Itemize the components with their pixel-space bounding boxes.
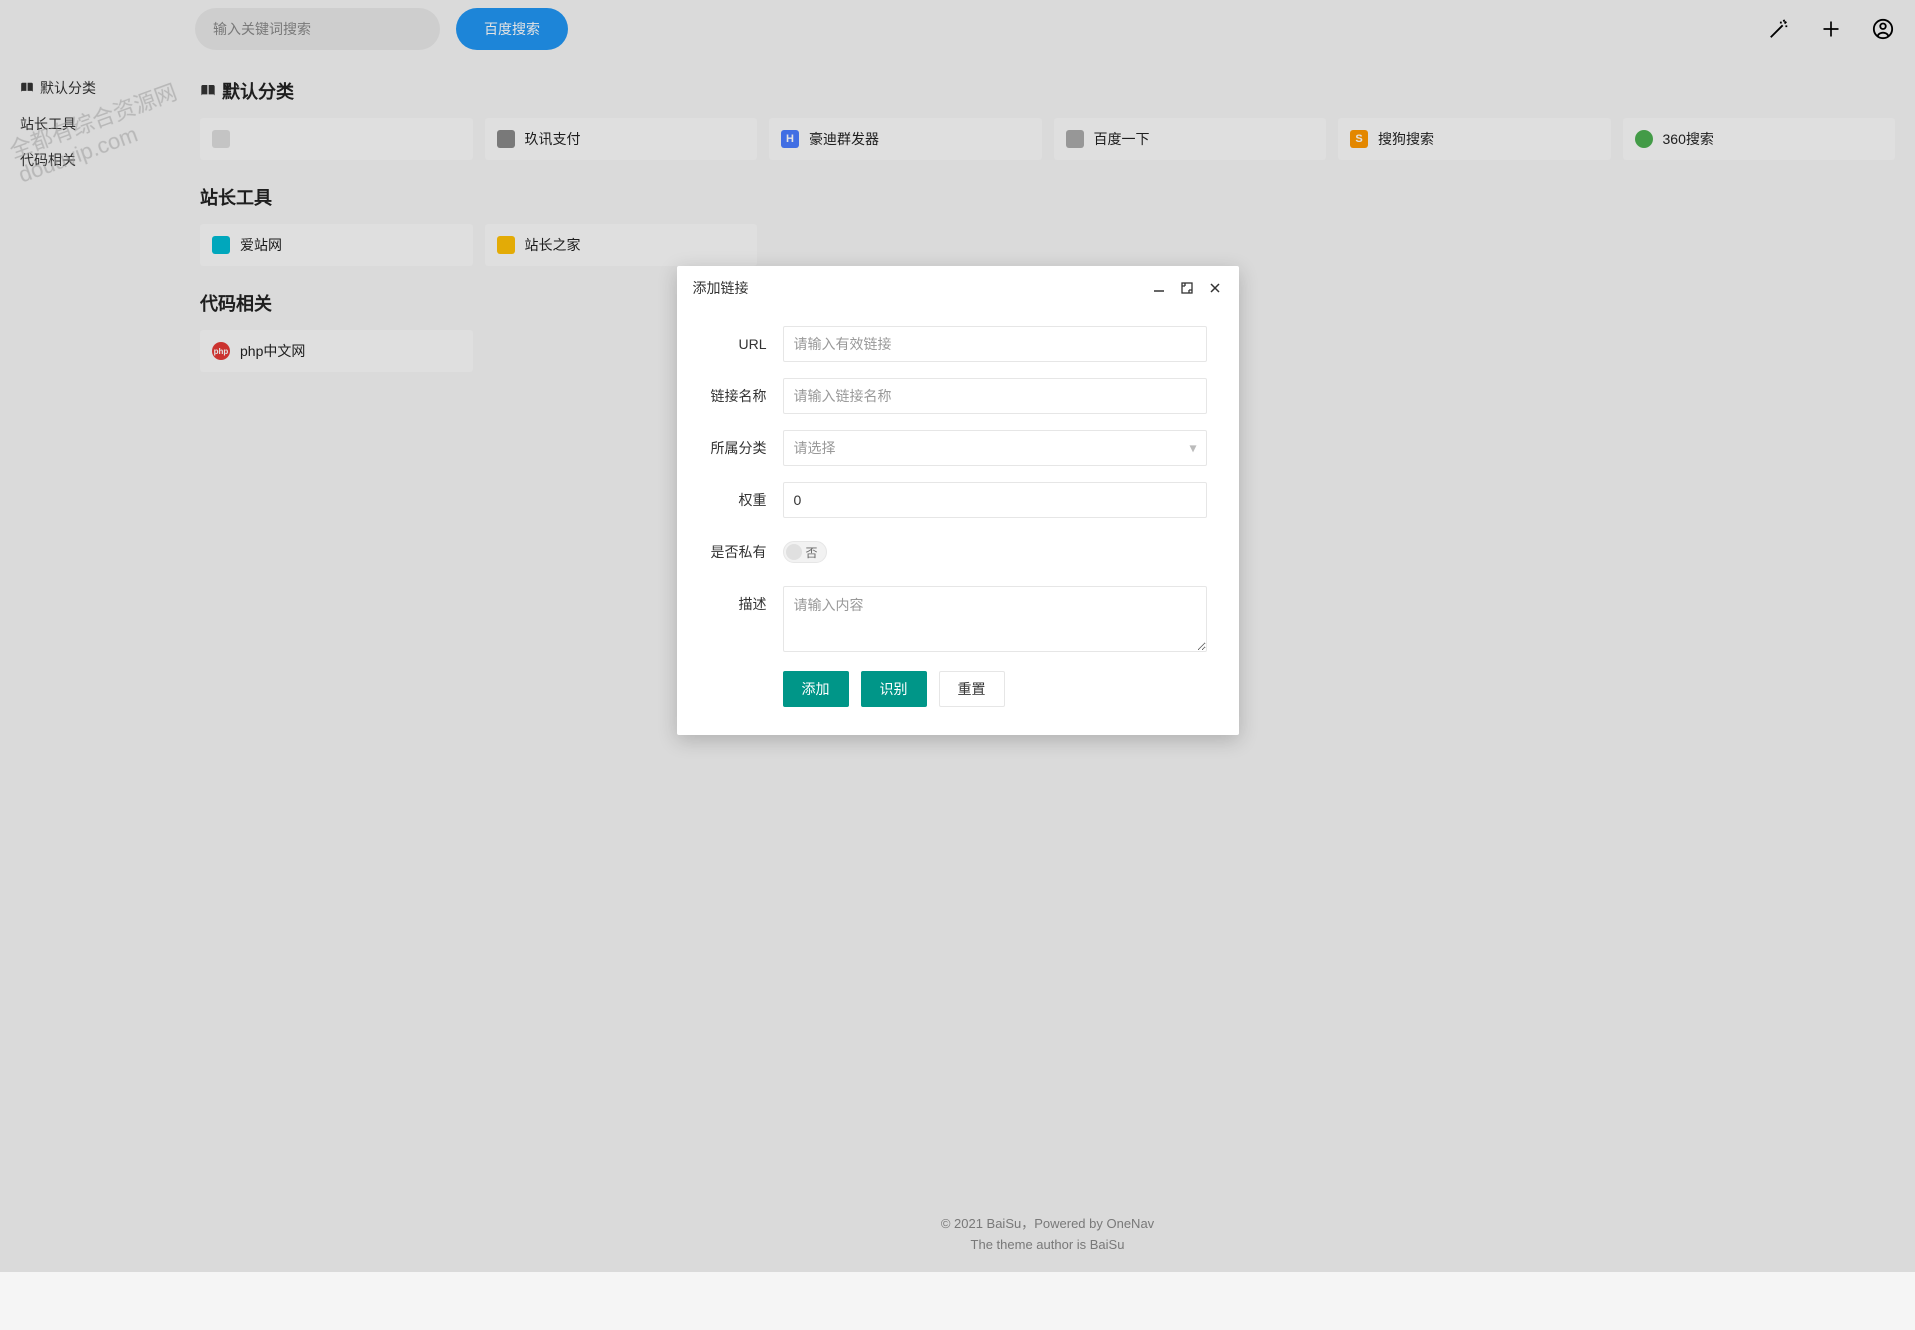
name-label: 链接名称 [693, 378, 783, 414]
weight-label: 权重 [693, 482, 783, 518]
switch-knob [786, 544, 802, 560]
url-label: URL [693, 326, 783, 362]
maximize-icon[interactable] [1179, 280, 1195, 296]
switch-label: 否 [806, 544, 818, 561]
add-button[interactable]: 添加 [783, 671, 849, 707]
close-icon[interactable] [1207, 280, 1223, 296]
desc-textarea[interactable] [783, 586, 1207, 652]
private-label: 是否私有 [693, 534, 783, 570]
modal-header: 添加链接 [677, 266, 1239, 310]
desc-label: 描述 [693, 586, 783, 622]
add-link-modal: 添加链接 URL 链接名称 所属分类 请选择 权重 是否私有 [677, 266, 1239, 735]
minimize-icon[interactable] [1151, 280, 1167, 296]
modal-title: 添加链接 [693, 278, 749, 298]
reset-button[interactable]: 重置 [939, 671, 1005, 707]
private-switch[interactable]: 否 [783, 541, 827, 563]
url-input[interactable] [783, 326, 1207, 362]
weight-input[interactable] [783, 482, 1207, 518]
category-select[interactable]: 请选择 [783, 430, 1207, 466]
name-input[interactable] [783, 378, 1207, 414]
category-label: 所属分类 [693, 430, 783, 466]
recognize-button[interactable]: 识别 [861, 671, 927, 707]
